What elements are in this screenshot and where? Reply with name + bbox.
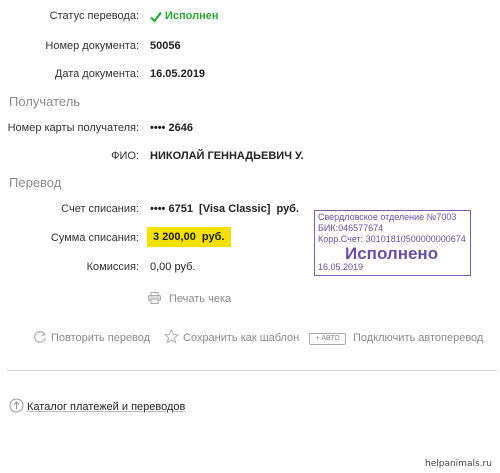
doc-number-value: 50056 <box>150 40 181 52</box>
commission-value: 0,00 руб. <box>150 261 196 273</box>
debit-account-label: Счет списания: <box>61 203 139 215</box>
stamp-branch: Свердловское отделение №7003 <box>318 212 457 222</box>
commission-label: Комиссия: <box>86 261 139 273</box>
debit-amount-value: 3 200,00 руб. <box>147 227 232 247</box>
autopay-link[interactable]: Подключить автоперевод <box>353 332 483 344</box>
bank-stamp: Свердловское отделение №7003 БИК:0465776… <box>314 210 471 276</box>
star-icon[interactable] <box>164 329 179 344</box>
watermark: helpanimals.ru <box>425 459 492 469</box>
auto-badge-icon[interactable]: + АВТО <box>309 333 346 345</box>
divider <box>7 370 497 371</box>
debit-account-value: •••• 6751 [Visa Classic] руб. <box>150 203 300 215</box>
card-number-value: •••• 2646 <box>150 122 193 134</box>
recipient-section-title: Получатель <box>9 94 81 109</box>
doc-number-row: Номер документа: 50056 <box>0 40 500 58</box>
doc-date-row: Дата документа: 16.05.2019 <box>0 68 500 86</box>
card-number-row: Номер карты получателя: •••• 2646 <box>0 122 500 140</box>
debit-amount-label: Сумма списания: <box>50 232 139 244</box>
arrow-up-circle-icon[interactable] <box>9 398 24 413</box>
status-label: Статус перевода: <box>49 10 139 22</box>
status-value: Исполнен <box>165 10 219 22</box>
stamp-date: 16.05.2019 <box>318 262 364 272</box>
transfer-section-title: Перевод <box>9 175 62 190</box>
print-receipt-link[interactable]: Печать чека <box>169 293 231 305</box>
repeat-icon[interactable] <box>33 330 47 344</box>
save-template-link[interactable]: Сохранить как шаблон <box>183 332 299 344</box>
catalog-link[interactable]: Каталог платежей и переводов <box>27 401 185 413</box>
doc-date-value: 16.05.2019 <box>150 68 206 80</box>
fio-label: ФИО: <box>111 150 139 162</box>
repeat-transfer-link[interactable]: Повторить перевод <box>51 332 150 344</box>
fio-value: НИКОЛАЙ ГЕННАДЬЕВИЧ У. <box>150 150 304 162</box>
card-number-label: Номер карты получателя: <box>7 122 139 134</box>
status-row: Статус перевода: Исполнен <box>0 10 500 28</box>
stamp-bik: БИК:046577674 <box>318 223 384 233</box>
doc-date-label: Дата документа: <box>54 68 139 80</box>
check-icon <box>150 11 162 23</box>
doc-number-label: Номер документа: <box>45 40 139 52</box>
printer-icon <box>148 292 161 304</box>
stamp-executed: Исполнено <box>345 244 439 263</box>
fio-row: ФИО: НИКОЛАЙ ГЕННАДЬЕВИЧ У. <box>0 150 500 168</box>
